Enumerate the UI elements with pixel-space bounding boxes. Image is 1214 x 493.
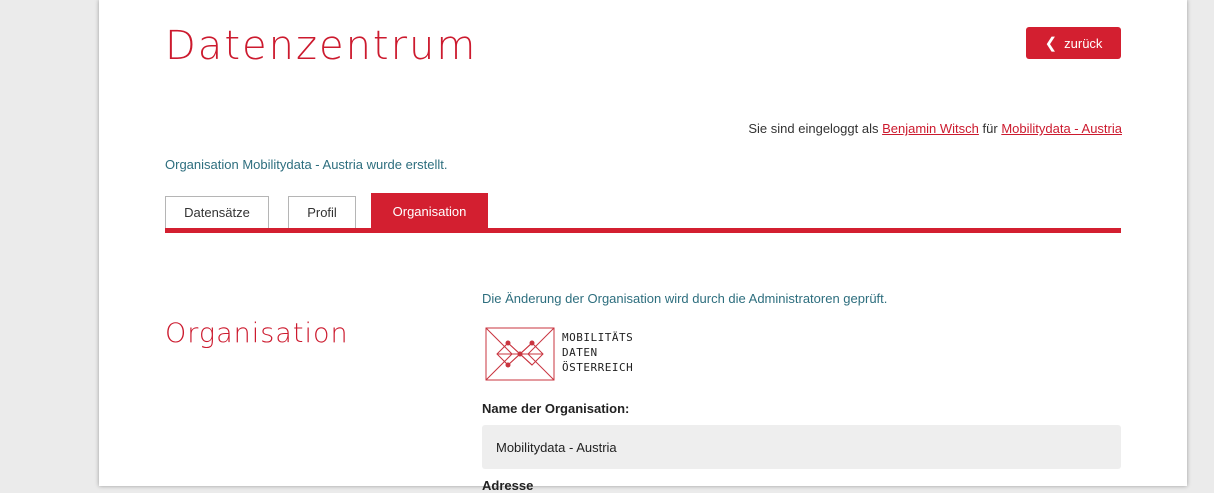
logo-wordmark: MOBILITÄTS DATEN ÖSTERREICH [562,327,633,375]
logo-line: MOBILITÄTS [562,331,634,344]
organisation-link[interactable]: Mobilitydata - Austria [1001,121,1122,136]
organisation-name-label: Name der Organisation: [482,401,630,416]
tab-profil[interactable]: Profil [288,196,356,228]
tab-datensaetze[interactable]: Datensätze [165,196,269,228]
user-link[interactable]: Benjamin Witsch [882,121,979,136]
page-container: Datenzentrum ❮ zurück Sie sind eingelogg… [99,0,1187,493]
logo-line: DATEN [562,346,598,359]
back-button-label: zurück [1064,35,1103,51]
review-notice: Die Änderung der Organisation wird durch… [482,291,888,306]
back-button[interactable]: ❮ zurück [1026,27,1121,59]
flash-message: Organisation Mobilitydata - Austria wurd… [165,157,448,172]
login-middle: für [982,121,998,136]
login-status: Sie sind eingeloggt als Benjamin Witsch … [748,121,1122,136]
tab-underline [165,228,1121,233]
login-prefix: Sie sind eingeloggt als [748,121,879,136]
logo-line: ÖSTERREICH [562,361,634,374]
organisation-logo: MOBILITÄTS DATEN ÖSTERREICH [485,327,633,381]
section-title: Organisation [165,318,349,349]
tab-organisation[interactable]: Organisation [371,193,488,228]
chevron-left-icon: ❮ [1044,34,1058,52]
mobilitaets-daten-logo-icon [485,327,555,381]
tab-bar: Datensätze Profil Organisation [165,193,1121,233]
page-title: Datenzentrum [165,23,478,69]
organisation-name-field[interactable] [482,425,1121,469]
